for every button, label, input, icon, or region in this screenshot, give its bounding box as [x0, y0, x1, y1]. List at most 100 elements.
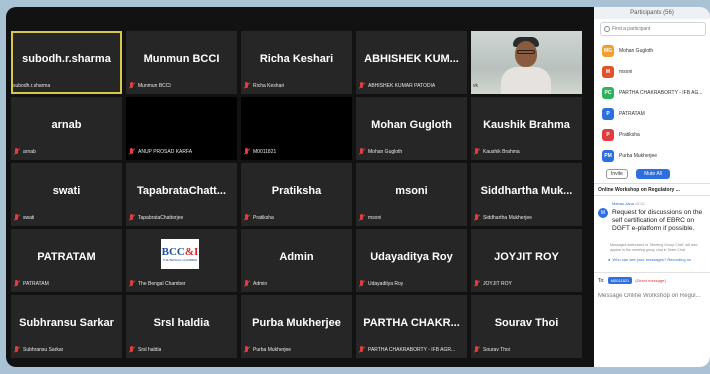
participant-tile[interactable]: ANUP PROSAD KARFA — [126, 97, 237, 160]
tile-display-name: TapabrataChatt... — [136, 185, 227, 197]
participant-row[interactable]: Mmsoni — [594, 61, 710, 82]
tile-display-name: arnab — [51, 119, 82, 131]
participant-tile[interactable]: msoni msoni — [356, 163, 467, 226]
participant-tile[interactable]: Subhransu Sarkar Subhransu Sarkar — [11, 295, 122, 358]
avatar: MG — [602, 44, 614, 57]
bengal-chamber-logo: BCC&I THE BENGAL CHAMBER — [161, 239, 199, 269]
muted-mic-icon — [358, 82, 366, 90]
tile-name: Subhransu Sarkar — [23, 347, 64, 353]
tile-name: PARTHA CHAKRABORTY - IFB AGR... — [368, 347, 456, 353]
participant-tile[interactable]: subodh.r.sharma subodh.r.sharma — [11, 31, 122, 94]
participant-tile[interactable]: TapabrataChatt... TapabrataChatterjee — [126, 163, 237, 226]
tile-name: msoni — [368, 215, 382, 221]
participant-tile[interactable]: BCC&I THE BENGAL CHAMBER The Bengal Chambe… — [126, 229, 237, 292]
participant-tile[interactable]: ABHISHEK KUM... ABHISHEK KUMAR PATODIA — [356, 31, 467, 94]
muted-mic-icon — [358, 280, 366, 288]
participant-tile[interactable]: M0011821 — [241, 97, 352, 160]
muted-mic-icon — [128, 280, 136, 288]
muted-mic-icon — [13, 148, 21, 156]
tile-footer: arnab — [13, 147, 118, 157]
participant-tile[interactable]: Udayaditya Roy Udayaditya Roy — [356, 229, 467, 292]
participant-tile[interactable]: Pratiksha Pratiksha — [241, 163, 352, 226]
participant-tile[interactable]: Purba Mukherjee Purba Mukherjee — [241, 295, 352, 358]
tile-display-name: JOYJIT ROY — [494, 251, 559, 263]
participant-row[interactable]: P Pratiksha — [594, 124, 710, 145]
participant-name: PARTHA CHAKRABORTY - IFB AG... — [619, 89, 703, 96]
participant-row[interactable]: P PATRATAM — [594, 103, 710, 124]
participant-tile[interactable]: Richa Keshari Richa Keshari — [241, 31, 352, 94]
logo-subtitle: THE BENGAL CHAMBER — [162, 257, 198, 262]
tile-name: vk — [473, 83, 478, 89]
participant-tile[interactable]: Sourav Thoi Sourav Thoi — [471, 295, 582, 358]
message-input[interactable] — [598, 293, 708, 299]
tile-name: Richa Keshari — [253, 83, 285, 89]
tile-footer: Munmun BCCI — [128, 81, 233, 91]
participant-row[interactable]: PM Purba Mukherjee — [594, 145, 710, 166]
tile-name: Srsl haldia — [138, 347, 162, 353]
muted-mic-icon — [13, 214, 21, 222]
muted-mic-icon — [128, 214, 136, 222]
tile-name: TapabrataChatterjee — [138, 215, 184, 221]
participant-search[interactable] — [600, 22, 706, 36]
participant-tile[interactable]: swati swati — [11, 163, 122, 226]
video-grid: subodh.r.sharma subodh.r.sharma Munmun BCC… — [11, 31, 588, 363]
tile-footer: The Bengal Chamber — [128, 279, 233, 289]
participant-name: PATRATAM — [619, 110, 645, 117]
search-input[interactable] — [612, 26, 702, 32]
participant-tile[interactable]: PATRATAM PATRATAM — [11, 229, 122, 292]
participant-tile[interactable]: Mohan Gugloth Mohan Gugloth — [356, 97, 467, 160]
invite-button[interactable]: Invite — [606, 169, 628, 179]
tile-footer: Udayaditya Roy — [358, 279, 463, 289]
participant-row[interactable]: MG Mohan Gugloth — [594, 40, 710, 61]
glasses — [517, 50, 535, 54]
tile-display-name: Richa Keshari — [259, 53, 334, 65]
avatar: M — [602, 65, 614, 78]
muted-mic-icon — [13, 280, 21, 288]
participant-name: Purba Mukherjee — [619, 152, 658, 159]
mute-all-button[interactable]: Mute All — [636, 169, 670, 179]
tile-footer: subodh.r.sharma — [13, 81, 118, 91]
tile-footer: Richa Keshari — [243, 81, 348, 91]
search-icon — [604, 26, 610, 32]
tile-name: Pratiksha — [253, 215, 274, 221]
participant-tile[interactable]: PARTHA CHAKR... PARTHA CHAKRABORTY - IFB … — [356, 295, 467, 358]
tile-footer: Subhransu Sarkar — [13, 345, 118, 355]
muted-mic-icon — [358, 148, 366, 156]
participant-tile[interactable]: Kaushik Brahma Kaushik Brahma — [471, 97, 582, 160]
chat-title[interactable]: Online Workshop on Regulatory ... — [594, 183, 710, 196]
tile-display-name: Siddhartha Muk... — [480, 185, 573, 197]
tile-name: JOYJIT ROY — [483, 281, 512, 287]
participant-name: Mohan Gugloth — [619, 47, 654, 54]
participant-tile[interactable]: arnab arnab — [11, 97, 122, 160]
direct-message-label: (Direct message) — [635, 278, 666, 283]
tile-footer: ANUP PROSAD KARFA — [128, 147, 233, 157]
logo-accent: &I — [184, 245, 199, 258]
tile-footer: Mohan Gugloth — [358, 147, 463, 157]
participant-tile[interactable]: vk — [471, 31, 582, 94]
muted-mic-icon — [243, 148, 251, 156]
participant-tile[interactable]: Srsl haldia Srsl haldia — [126, 295, 237, 358]
avatar: PM — [602, 149, 614, 162]
message-text: Request for discussions on the self cert… — [612, 209, 703, 232]
who-can-see-link[interactable]: ● Who can see your messages? Recording o… — [608, 257, 710, 262]
muted-mic-icon — [358, 346, 366, 354]
tile-display-name: Purba Mukherjee — [252, 317, 341, 329]
tile-name: Admin — [253, 281, 268, 287]
tile-display-name: Admin — [279, 251, 314, 263]
tile-footer: Sourav Thoi — [473, 345, 578, 355]
who-can-see-label: Who can see your messages? Recording on — [612, 257, 692, 262]
participant-tile[interactable]: Munmun BCCI Munmun BCCI — [126, 31, 237, 94]
tile-footer: Admin — [243, 279, 348, 289]
participant-tile[interactable]: Admin Admin — [241, 229, 352, 292]
participant-tile[interactable]: Siddhartha Muk... Siddhartha Mukherjee — [471, 163, 582, 226]
muted-mic-icon — [473, 346, 481, 354]
muted-mic-icon — [13, 346, 21, 354]
participant-row[interactable]: PC PARTHA CHAKRABORTY - IFB AG... — [594, 82, 710, 103]
participant-actions: Invite Mute All — [594, 166, 710, 183]
participant-tile[interactable]: JOYJIT ROY JOYJIT ROY — [471, 229, 582, 292]
muted-mic-icon — [128, 148, 136, 156]
tile-display-name: Munmun BCCI — [143, 53, 220, 65]
recipient-dropdown[interactable]: M0011821 — [607, 277, 633, 284]
tile-display-name: Sourav Thoi — [494, 317, 559, 329]
tile-name: subodh.r.sharma — [13, 83, 51, 89]
